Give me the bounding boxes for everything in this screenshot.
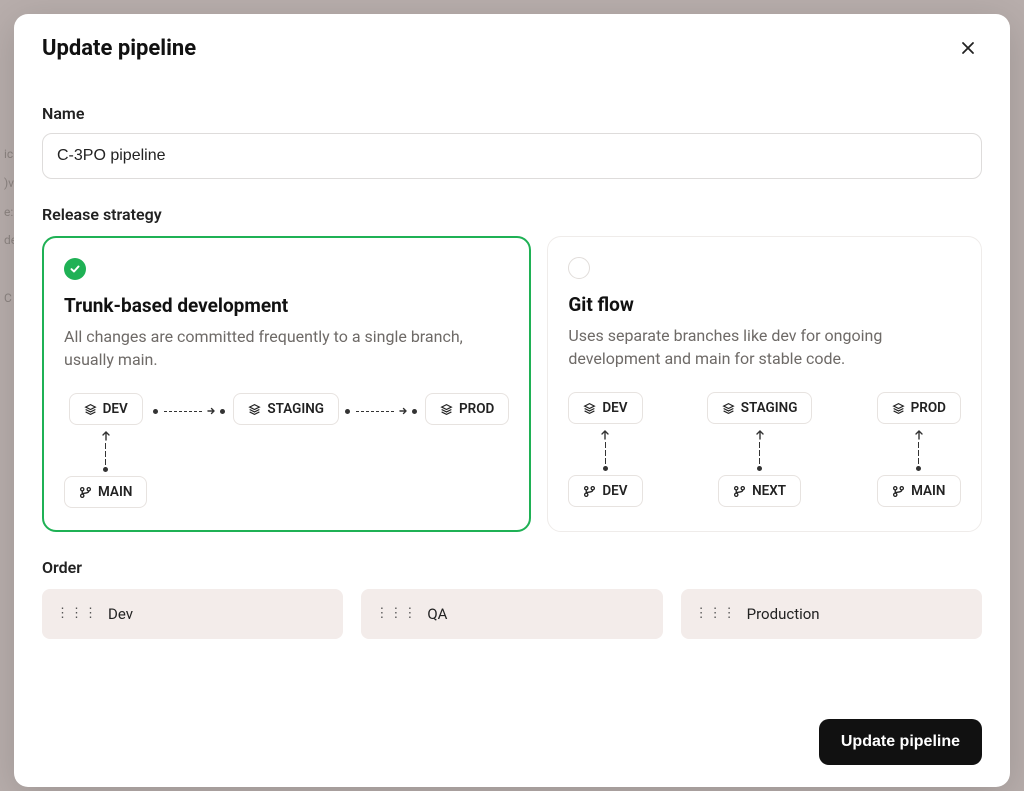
branch-icon [892,485,905,498]
modal-body: Name Release strategy Trunk-based develo… [14,62,1010,697]
env-node-prod: PROD [877,392,961,424]
hconnector [343,393,421,429]
env-node-dev: DEV [568,392,642,424]
layers-icon [248,403,261,416]
layers-icon [892,402,905,415]
close-button[interactable] [954,34,982,62]
branch-node-main: MAIN [64,476,147,508]
strategy-gitflow-title: Git flow [568,293,961,316]
layers-icon [583,402,596,415]
branch-node-next: NEXT [718,475,801,507]
vconnector [100,425,112,476]
order-item-label: Production [747,605,820,623]
branch-icon [733,485,746,498]
order-item-dev[interactable]: ⋮⋮⋮ Dev [42,589,343,639]
vconnector [754,424,766,475]
drag-handle-icon: ⋮⋮⋮ [56,611,98,618]
pipeline-name-input[interactable] [42,133,982,179]
strategy-gitflow-desc: Uses separate branches like dev for ongo… [568,324,961,370]
order-item-qa[interactable]: ⋮⋮⋮ QA [361,589,662,639]
order-label: Order [42,558,982,577]
order-list: ⋮⋮⋮ Dev ⋮⋮⋮ QA ⋮⋮⋮ Production [42,589,982,639]
vconnector [599,424,611,475]
modal-footer: Update pipeline [14,697,1010,787]
branch-node-main: MAIN [877,475,960,507]
env-node-prod: PROD [425,393,509,425]
update-pipeline-button[interactable]: Update pipeline [819,719,982,765]
update-pipeline-modal: Update pipeline Name Release strategy Tr… [14,14,1010,787]
env-node-dev: DEV [69,393,143,425]
drag-handle-icon: ⋮⋮⋮ [375,611,417,618]
drag-handle-icon: ⋮⋮⋮ [695,611,737,618]
strategy-card-trunk[interactable]: Trunk-based development All changes are … [42,236,531,532]
order-item-label: QA [427,605,447,623]
hconnector [151,393,229,429]
name-label: Name [42,104,982,123]
order-item-label: Dev [108,605,133,623]
branch-icon [583,485,596,498]
env-node-staging: STAGING [233,393,339,425]
strategy-trunk-title: Trunk-based development [64,294,509,317]
close-icon [960,40,976,56]
modal-header: Update pipeline [14,14,1010,62]
radio-unselected-icon [568,257,590,279]
layers-icon [440,403,453,416]
layers-icon [84,403,97,416]
order-item-production[interactable]: ⋮⋮⋮ Production [681,589,982,639]
vconnector [913,424,925,475]
modal-title: Update pipeline [42,36,196,61]
radio-selected-icon [64,258,86,280]
strategy-card-gitflow[interactable]: Git flow Uses separate branches like dev… [547,236,982,532]
branch-icon [79,486,92,499]
gitflow-diagram: DEV DEV [568,392,961,507]
env-node-staging: STAGING [707,392,813,424]
release-strategy-label: Release strategy [42,205,982,224]
strategy-trunk-desc: All changes are committed frequently to … [64,325,509,371]
layers-icon [722,402,735,415]
branch-node-dev: DEV [568,475,642,507]
trunk-diagram: DEV MAIN [64,393,509,508]
